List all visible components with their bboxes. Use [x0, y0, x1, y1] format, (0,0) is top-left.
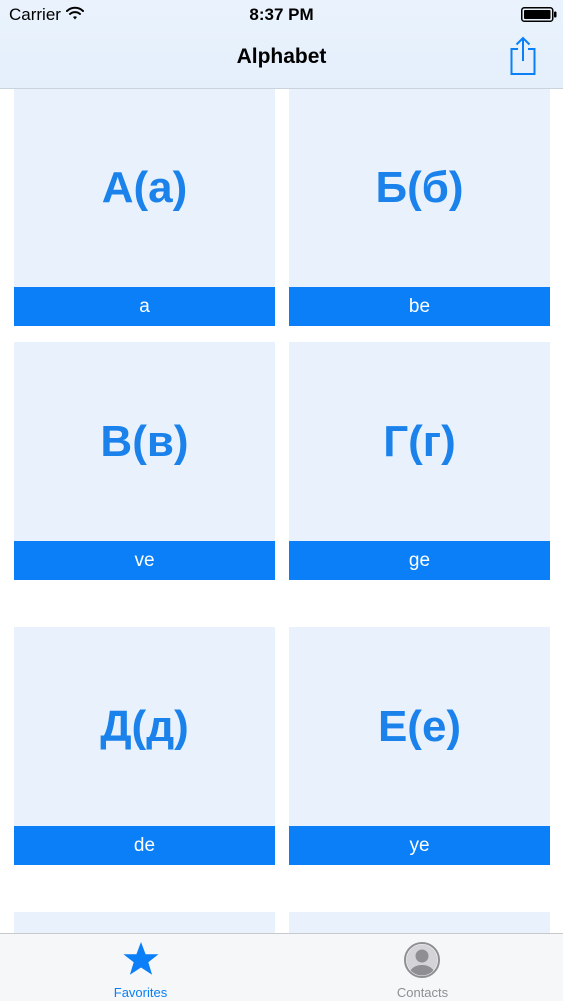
navigation-bar: Carrier 8:37 PM Alphabet: [0, 0, 563, 89]
status-time: 8:37 PM: [249, 5, 314, 24]
letter-name: a: [14, 287, 275, 326]
alphabet-grid: А(а) a Б(б) be В(в) ve Г(г) ge Д(д) de Е…: [0, 89, 563, 933]
tab-bar: Favorites Contacts: [0, 933, 563, 1001]
letter-card-partial[interactable]: [14, 912, 275, 933]
letter-name: ge: [289, 541, 550, 580]
letter-glyph: Б(б): [375, 162, 464, 212]
letter-card-a[interactable]: А(а) a: [14, 89, 275, 326]
letter-name: ye: [289, 826, 550, 865]
letter-card-ge[interactable]: Г(г) ge: [289, 342, 550, 580]
tab-favorites[interactable]: Favorites: [0, 934, 281, 1001]
letter-name: ve: [14, 541, 275, 580]
share-icon: [510, 36, 536, 75]
status-bar: Carrier 8:37 PM: [0, 0, 563, 30]
page-title: Alphabet: [236, 45, 327, 68]
letter-card-ye[interactable]: Е(е) ye: [289, 627, 550, 865]
letter-card-ve[interactable]: В(в) ve: [14, 342, 275, 580]
letter-card-de[interactable]: Д(д) de: [14, 627, 275, 865]
letter-glyph: А(а): [101, 162, 188, 212]
letter-name: de: [14, 826, 275, 865]
contacts-icon: [404, 942, 440, 978]
letter-card-be[interactable]: Б(б) be: [289, 89, 550, 326]
letter-glyph: Г(г): [383, 416, 456, 466]
letter-glyph: Д(д): [100, 701, 189, 751]
letter-name: be: [289, 287, 550, 326]
tab-label: Contacts: [396, 985, 449, 1000]
share-button[interactable]: [506, 35, 540, 77]
tab-contacts[interactable]: Contacts: [282, 934, 563, 1001]
tab-label: Favorites: [113, 985, 168, 1000]
letter-glyph: Е(е): [377, 701, 462, 751]
star-icon: [123, 942, 159, 975]
letter-card-partial[interactable]: [289, 912, 550, 933]
letter-glyph: В(в): [100, 416, 189, 466]
battery-icon: [521, 7, 557, 22]
